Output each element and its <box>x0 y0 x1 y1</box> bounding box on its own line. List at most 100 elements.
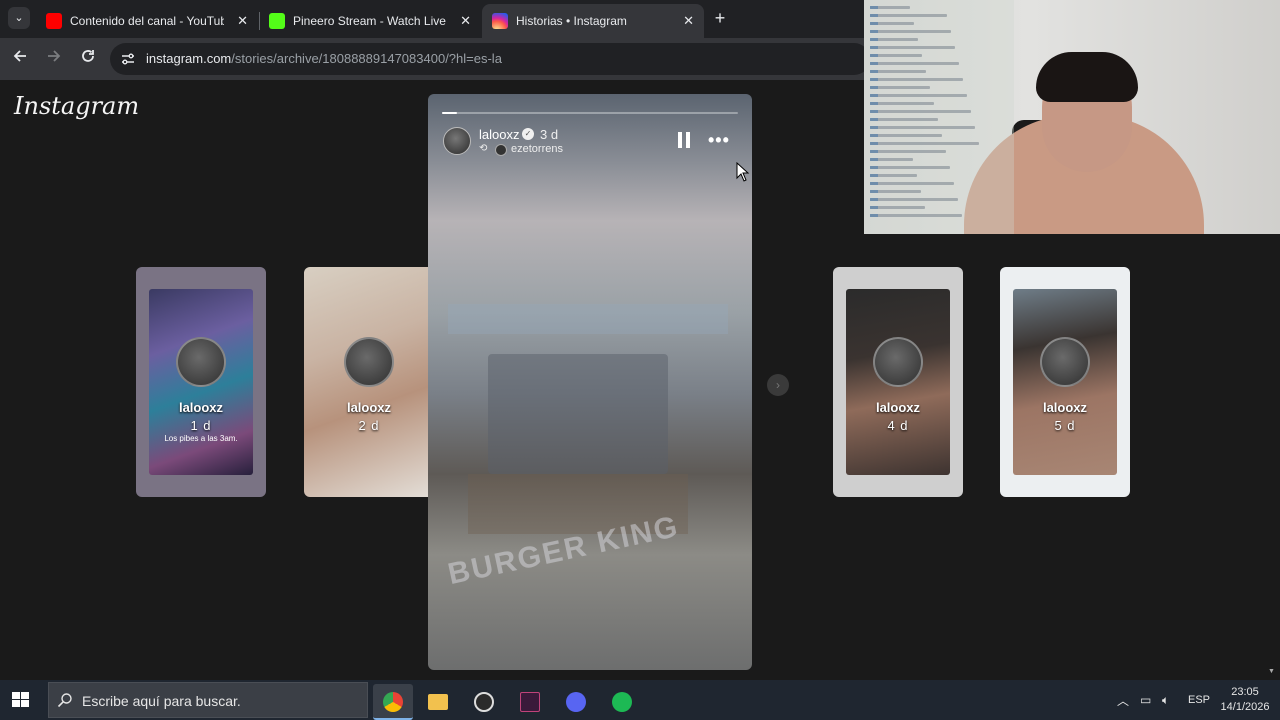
chat-line <box>870 46 955 49</box>
chat-badge <box>870 150 878 153</box>
chat-badge <box>870 6 878 9</box>
chat-badge <box>870 62 878 65</box>
language-indicator[interactable]: ESP <box>1188 694 1210 706</box>
address-bar[interactable]: instagram.com/stories/archive/1808888914… <box>110 43 870 75</box>
taskbar-discord[interactable] <box>556 684 596 720</box>
story-username[interactable]: lalooxz <box>479 127 519 142</box>
avatar <box>873 337 923 387</box>
story-preview-2d[interactable]: lalooxz 2 d <box>304 267 428 497</box>
chat-badge <box>870 158 878 161</box>
chat-line <box>870 6 910 9</box>
clock-time: 23:05 <box>1231 686 1259 698</box>
kick-icon <box>269 13 285 29</box>
chat-badge <box>870 14 878 17</box>
webcam-image-region <box>1036 52 1138 102</box>
taskbar-spotify[interactable] <box>602 684 642 720</box>
story-preview-1d[interactable]: lalooxz 1 d Los pibes a las 3am. <box>136 267 266 497</box>
taskbar-vegas[interactable] <box>510 684 550 720</box>
verified-badge-icon: ✓ <box>522 128 534 140</box>
chat-badge <box>870 94 878 97</box>
discord-icon <box>566 692 586 712</box>
chat-line <box>870 142 979 145</box>
chat-line <box>870 62 959 65</box>
chat-badge <box>870 206 878 209</box>
taskbar-obs[interactable] <box>464 684 504 720</box>
story-username: lalooxz <box>346 400 392 415</box>
chevron-up-icon[interactable]: ︿ <box>1117 692 1129 709</box>
tab-youtube[interactable]: Contenido del canal - YouTube ✕ <box>36 4 258 38</box>
chat-badge <box>870 214 878 217</box>
pause-icon[interactable] <box>678 132 692 148</box>
scroll-down-icon[interactable]: ▼ <box>1268 668 1276 676</box>
close-icon[interactable]: ✕ <box>460 13 471 29</box>
story-time: 3 d <box>540 127 559 142</box>
tab-instagram[interactable]: Historias • Instagram ✕ <box>482 4 704 38</box>
volume-icon[interactable]: 🔈︎ <box>1162 693 1169 708</box>
story-username: lalooxz <box>1042 400 1088 415</box>
screen: ⌄ Contenido del canal - YouTube ✕ Pineer… <box>0 0 1280 720</box>
chat-badge <box>870 54 878 57</box>
mouse-cursor-icon <box>736 162 750 182</box>
chat-badge <box>870 78 878 81</box>
story-age: 5 d <box>1054 418 1076 433</box>
taskbar-file-explorer[interactable] <box>418 684 458 720</box>
taskbar-search-box[interactable]: Escribe aquí para buscar. <box>48 682 368 718</box>
chat-line <box>870 150 946 153</box>
more-options-icon[interactable]: ••• <box>708 130 730 151</box>
search-placeholder: Escribe aquí para buscar. <box>82 693 241 709</box>
chat-badge <box>870 174 878 177</box>
instagram-icon <box>492 13 508 29</box>
chat-line <box>870 94 967 97</box>
url-text: instagram.com/stories/archive/1808888914… <box>146 51 502 66</box>
back-icon[interactable] <box>9 48 31 69</box>
tab-kick[interactable]: Pineero Stream - Watch Live on ✕ <box>259 4 481 38</box>
chat-line <box>870 206 925 209</box>
chat-badge <box>870 102 878 105</box>
chat-badge <box>870 86 878 89</box>
chat-line <box>870 134 942 137</box>
new-tab-button[interactable]: + <box>710 8 730 29</box>
story-username: lalooxz <box>178 400 224 415</box>
repost-username[interactable]: ezetorrens <box>511 143 563 155</box>
chat-line <box>870 126 975 129</box>
active-story-viewer[interactable]: BURGER KING lalooxz ✓ 3 d ⟲ ezetorrens •… <box>428 94 752 670</box>
story-progress-bar <box>442 112 738 114</box>
taskbar-chrome[interactable] <box>373 684 413 720</box>
story-caption: Los pibes a las 3am. <box>164 434 238 443</box>
chat-line <box>870 174 917 177</box>
close-icon[interactable]: ✕ <box>237 13 248 29</box>
tab-search-menu-button[interactable]: ⌄ <box>8 7 30 29</box>
close-icon[interactable]: ✕ <box>683 13 694 29</box>
story-progress-fill <box>442 112 457 114</box>
chat-line <box>870 198 958 201</box>
chat-line <box>870 78 963 81</box>
clock-date: 14/1/2026 <box>1220 701 1270 713</box>
chevron-right-icon[interactable]: › <box>767 374 789 396</box>
chat-line <box>870 110 971 113</box>
chat-line <box>870 190 921 193</box>
windows-taskbar: Escribe aquí para buscar. ︿ ▭ 🔈︎ ESP 23:… <box>0 680 1280 720</box>
avatar <box>176 337 226 387</box>
windows-start-icon[interactable] <box>12 692 30 708</box>
story-preview-5d[interactable]: lalooxz 5 d <box>1000 267 1130 497</box>
chat-badge <box>870 110 878 113</box>
taskbar-clock[interactable]: 23:05 14/1/2026 <box>1216 685 1274 715</box>
story-username: lalooxz <box>875 400 921 415</box>
avatar[interactable] <box>443 127 471 155</box>
instagram-logo[interactable]: Instagram <box>14 92 139 120</box>
story-age: 4 d <box>887 418 909 433</box>
story-preview-4d[interactable]: lalooxz 4 d <box>833 267 963 497</box>
chat-badge <box>870 190 878 193</box>
network-icon[interactable]: ▭ <box>1140 693 1151 707</box>
repost-avatar[interactable] <box>495 144 507 156</box>
reload-icon[interactable] <box>77 48 99 69</box>
folder-icon <box>428 694 448 710</box>
chat-badge <box>870 46 878 49</box>
chat-line <box>870 118 938 121</box>
chat-badge <box>870 198 878 201</box>
chat-line <box>870 14 947 17</box>
chat-badge <box>870 142 878 145</box>
forward-icon[interactable] <box>43 48 65 69</box>
site-settings-icon[interactable] <box>120 51 136 67</box>
story-image-region <box>448 304 728 334</box>
